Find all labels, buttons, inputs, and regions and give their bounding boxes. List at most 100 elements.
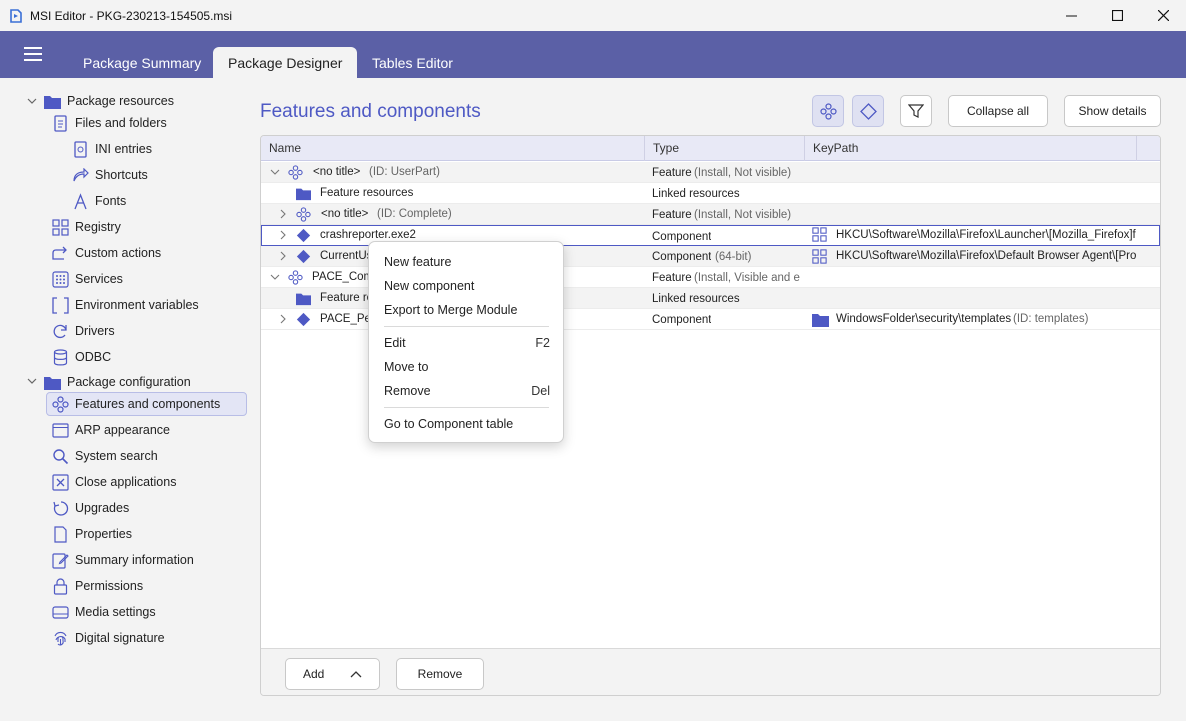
sidebar-item-summary-information[interactable]: Summary information (52, 548, 194, 572)
sidebar-group-package-configuration[interactable]: Package configuration (44, 370, 191, 394)
chevron-down-icon[interactable] (270, 272, 280, 282)
sidebar-item-label: Files and folders (75, 116, 167, 130)
sidebar-item-fonts[interactable]: Fonts (72, 189, 126, 213)
folder-icon (812, 314, 829, 327)
row-type-extra: (Install, Not visible) (694, 209, 792, 221)
row-keypath: HKCU\Software\Mozilla\Firefox\Launcher\[… (836, 229, 1136, 241)
chevron-right-icon[interactable] (278, 314, 288, 324)
font-letter-icon (72, 192, 89, 210)
menu-item-go-to-component-table[interactable]: Go to Component table (384, 414, 550, 434)
remove-button[interactable]: Remove (396, 658, 484, 690)
row-type: Component (652, 231, 712, 243)
tab-package-designer[interactable]: Package Designer (213, 47, 358, 78)
menu-item-export-merge-module[interactable]: Export to Merge Module (384, 300, 550, 320)
sidebar-item-files-and-folders[interactable]: Files and folders (52, 111, 167, 135)
chevron-down-icon[interactable] (27, 376, 37, 386)
menu-item-label: Remove (384, 384, 431, 398)
sidebar-item-system-search[interactable]: System search (52, 444, 158, 468)
close-box-icon (52, 473, 69, 491)
tab-tables-editor[interactable]: Tables Editor (357, 47, 468, 78)
sidebar-item-registry[interactable]: Registry (52, 215, 121, 239)
row-name: Feature resources (320, 187, 414, 199)
tab-package-summary[interactable]: Package Summary (68, 47, 216, 78)
menu-item-new-feature[interactable]: New feature (384, 252, 550, 272)
custom-action-icon (52, 245, 69, 262)
menu-item-label: Move to (384, 360, 429, 374)
hamburger-menu-icon[interactable] (24, 47, 42, 61)
sidebar-item-label: Digital signature (75, 631, 165, 645)
filter-icon (908, 104, 924, 118)
upgrade-cycle-icon (52, 500, 69, 517)
component-diamond-icon (296, 312, 311, 327)
add-button-label: Add (303, 667, 325, 681)
sidebar-item-features-and-components[interactable]: Features and components (46, 392, 247, 416)
sidebar-item-services[interactable]: Services (52, 267, 123, 291)
menu-item-label: Edit (384, 336, 406, 350)
menu-item-label: New feature (384, 255, 452, 269)
sidebar-item-label: Properties (75, 527, 132, 541)
maximize-button[interactable] (1094, 0, 1140, 31)
show-components-toggle[interactable] (852, 95, 884, 127)
sidebar-item-label: Fonts (95, 194, 127, 208)
fingerprint-icon (52, 630, 69, 647)
close-window-button[interactable] (1140, 0, 1186, 31)
sidebar-item-odbc[interactable]: ODBC (52, 345, 111, 369)
add-dropdown-button[interactable]: Add (285, 658, 380, 690)
header-bar: Package Summary Package Designer Tables … (0, 31, 1186, 78)
row-type: Component (652, 314, 712, 326)
column-header-name[interactable]: Name (261, 136, 645, 161)
menu-item-new-component[interactable]: New component (384, 276, 550, 296)
row-type-extra: (64-bit) (715, 251, 752, 263)
sidebar-item-ini-entries[interactable]: INI entries (72, 137, 152, 161)
component-diamond-icon (859, 102, 877, 120)
column-header-keypath[interactable]: KeyPath (805, 136, 1137, 161)
sidebar-item-custom-actions[interactable]: Custom actions (52, 241, 161, 265)
sidebar-item-label: ARP appearance (75, 423, 170, 437)
sidebar-item-permissions[interactable]: Permissions (52, 574, 143, 598)
sidebar: Package resources Files and folders INI … (0, 78, 255, 721)
environment-variables-icon (52, 296, 69, 314)
sidebar-item-upgrades[interactable]: Upgrades (52, 496, 129, 520)
sidebar-item-label: Permissions (75, 579, 144, 593)
sidebar-item-properties[interactable]: Properties (52, 522, 132, 546)
shortcut-arrow-icon (72, 167, 89, 184)
menu-item-label: Go to Component table (384, 417, 514, 431)
sidebar-group-package-resources[interactable]: Package resources (44, 89, 174, 113)
sidebar-item-close-applications[interactable]: Close applications (52, 470, 176, 494)
menu-item-remove[interactable]: Remove Del (384, 381, 550, 401)
show-features-toggle[interactable] (812, 95, 844, 127)
folder-icon (44, 374, 61, 391)
sidebar-item-media-settings[interactable]: Media settings (52, 600, 156, 624)
collapse-all-button[interactable]: Collapse all (948, 95, 1048, 127)
drivers-refresh-icon (52, 323, 69, 340)
menu-item-move-to[interactable]: Move to (384, 357, 550, 377)
sidebar-item-drivers[interactable]: Drivers (52, 319, 115, 343)
chevron-right-icon[interactable] (278, 251, 288, 261)
table-row[interactable]: Feature resources Linked resources (261, 183, 1160, 204)
chevron-down-icon[interactable] (27, 96, 37, 106)
chevron-right-icon[interactable] (278, 209, 288, 219)
table-row[interactable]: <no title> (ID: Complete) Feature (Insta… (261, 204, 1160, 225)
table-row[interactable]: <no title> (ID: UserPart) Feature (Insta… (261, 162, 1160, 183)
chevron-down-icon[interactable] (270, 167, 280, 177)
sidebar-item-arp-appearance[interactable]: ARP appearance (52, 418, 170, 442)
row-type: Linked resources (652, 293, 740, 305)
menu-item-edit[interactable]: Edit F2 (384, 333, 550, 353)
chevron-right-icon[interactable] (278, 230, 288, 240)
menu-item-label: Export to Merge Module (384, 303, 518, 317)
show-details-button[interactable]: Show details (1064, 95, 1161, 127)
row-keypath-id: (ID: templates) (1013, 313, 1089, 325)
filter-button[interactable] (900, 95, 932, 127)
database-icon (52, 348, 69, 366)
sidebar-item-shortcuts[interactable]: Shortcuts (72, 163, 148, 187)
ini-file-icon (72, 140, 89, 158)
search-icon (52, 448, 69, 465)
sidebar-item-label: INI entries (95, 142, 152, 156)
minimize-button[interactable] (1048, 0, 1094, 31)
title-bar: MSI Editor - PKG-230213-154505.msi (0, 0, 1186, 31)
column-header-type[interactable]: Type (645, 136, 805, 161)
feature-icon (288, 270, 303, 285)
sidebar-item-environment-variables[interactable]: Environment variables (52, 293, 199, 317)
sidebar-item-digital-signature[interactable]: Digital signature (52, 626, 165, 650)
menu-item-shortcut: Del (531, 384, 550, 398)
